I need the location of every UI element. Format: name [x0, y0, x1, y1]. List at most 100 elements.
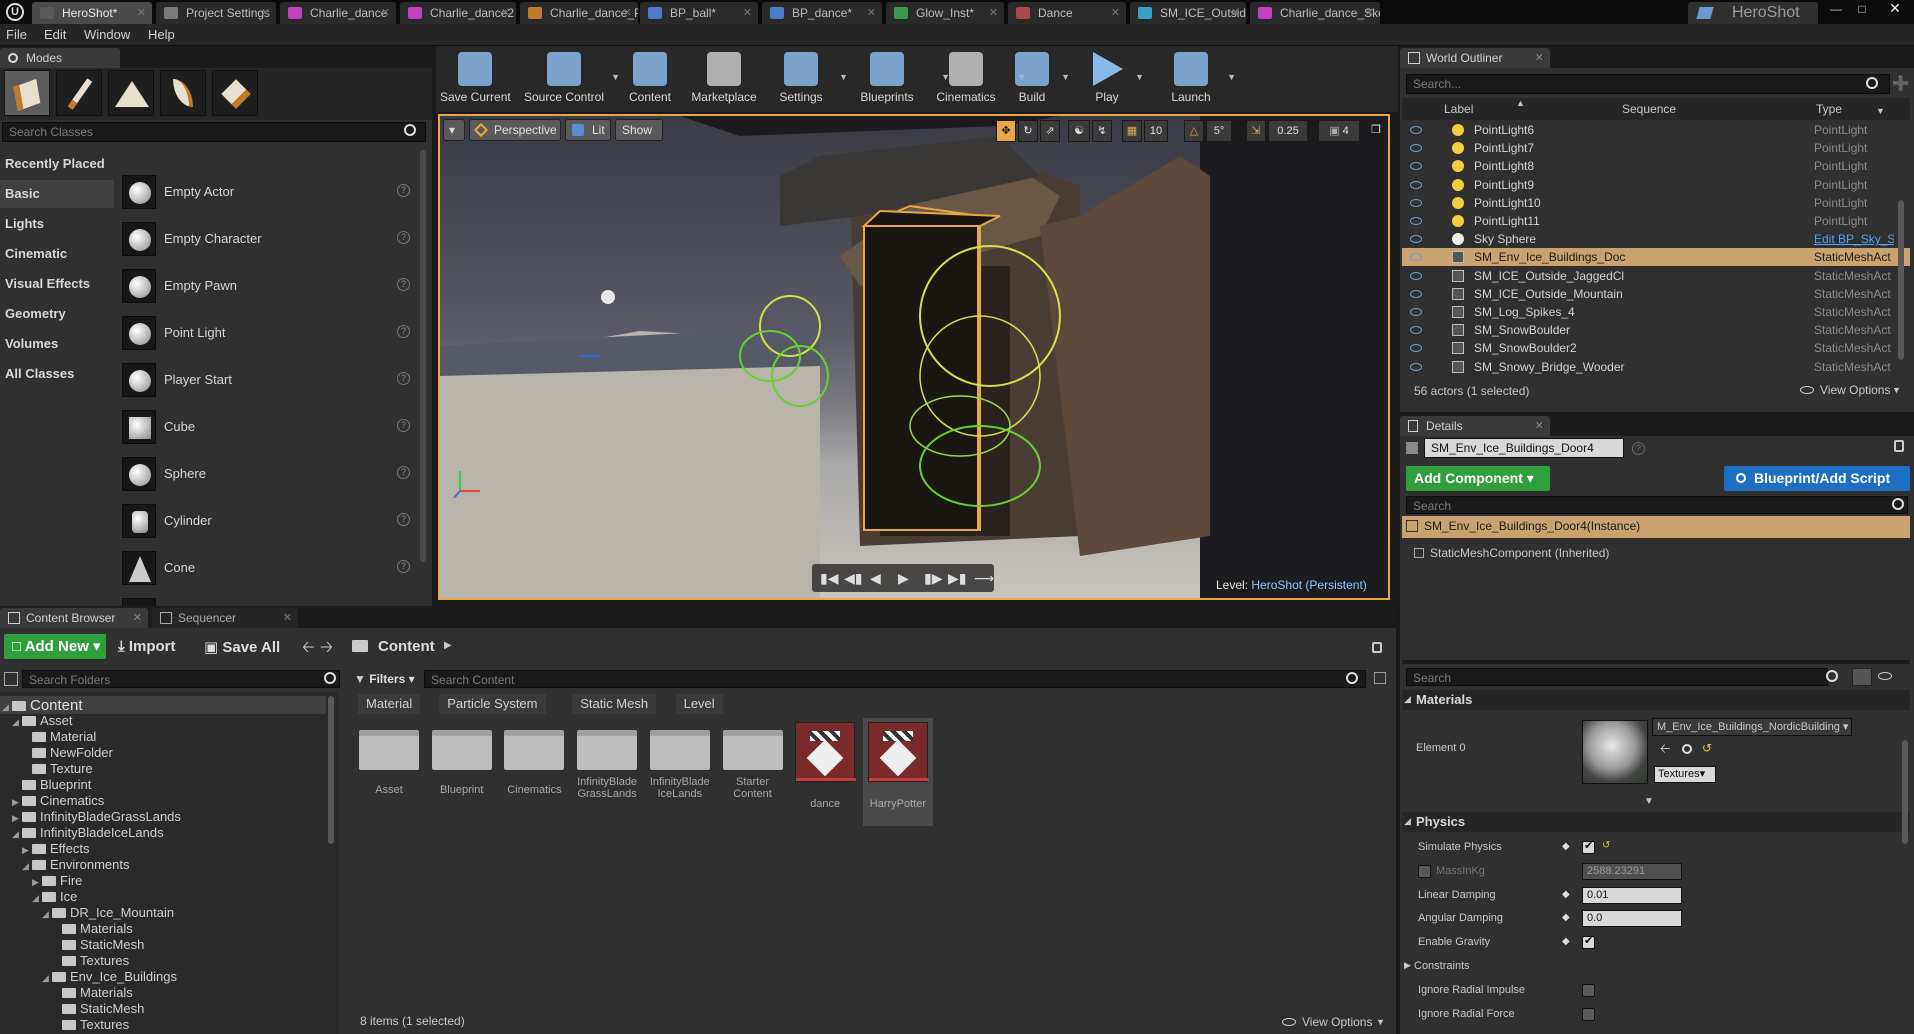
- outliner-row[interactable]: PointLight7 PointLight: [1402, 139, 1910, 157]
- path-chevron-icon[interactable]: ▶: [444, 640, 452, 651]
- asset-level-sequence[interactable]: dance: [790, 718, 860, 826]
- folder-tree-item[interactable]: ◢ Env_Ice_Buildings: [42, 969, 177, 984]
- add-icon[interactable]: ➕: [1892, 75, 1909, 92]
- save-current-button[interactable]: Save Current: [440, 48, 511, 108]
- foliage-mode-button[interactable]: [160, 70, 206, 116]
- help-icon[interactable]: ?: [397, 231, 410, 244]
- visibility-eye-icon[interactable]: [1410, 126, 1422, 134]
- add-new-button[interactable]: □ Add New ▾: [4, 634, 106, 659]
- place-item-point-light[interactable]: Point Light?: [118, 311, 418, 355]
- filter-chip[interactable]: Static Mesh: [572, 694, 657, 714]
- expand-arrow-icon[interactable]: ▶: [22, 845, 32, 856]
- search-folders-input[interactable]: Search Folders: [22, 670, 340, 688]
- close-tab-icon[interactable]: ✕: [261, 2, 270, 24]
- visibility-eye-icon[interactable]: [1410, 308, 1422, 316]
- browse-icon[interactable]: [1682, 744, 1692, 754]
- collapse-arrow-icon[interactable]: ◢: [42, 909, 52, 920]
- scale-snap-value[interactable]: 0.25: [1268, 120, 1308, 142]
- type-dropdown-icon[interactable]: ▼: [1876, 106, 1885, 116]
- grid-snap-value[interactable]: 10: [1144, 120, 1168, 142]
- asset-folder[interactable]: Starter Content: [722, 730, 784, 800]
- translate-tool-button[interactable]: ✥: [996, 120, 1016, 142]
- sources-toggle-icon[interactable]: [4, 672, 18, 686]
- maximize-button[interactable]: □: [1852, 2, 1872, 18]
- menu-help[interactable]: Help: [148, 27, 175, 42]
- doc-tab[interactable]: BP_ball* ✕: [640, 2, 758, 24]
- tab-world-outliner[interactable]: World Outliner ✕: [1400, 48, 1550, 68]
- close-tab-icon[interactable]: ✕: [283, 608, 292, 628]
- visibility-eye-icon[interactable]: [1410, 198, 1422, 207]
- close-tab-icon[interactable]: ✕: [1231, 2, 1240, 24]
- path-content[interactable]: Content: [378, 638, 435, 655]
- keyframe-icon[interactable]: ◆: [1562, 889, 1570, 900]
- close-tab-icon[interactable]: ✕: [137, 2, 146, 24]
- filter-chip[interactable]: Level: [675, 694, 723, 714]
- lock-icon[interactable]: [1372, 642, 1382, 653]
- folder-tree-item[interactable]: ◢ Ice: [32, 889, 77, 904]
- modes-scrollbar[interactable]: [420, 150, 426, 562]
- folder-tree-item[interactable]: ◢ DR_Ice_Mountain: [42, 905, 174, 920]
- physics-header[interactable]: Physics: [1402, 812, 1910, 832]
- details-search-input[interactable]: Search: [1406, 496, 1908, 514]
- play-button[interactable]: Play ▼: [1082, 48, 1144, 108]
- outliner-row-type[interactable]: Edit BP_Sky_S: [1814, 232, 1894, 246]
- doc-tab[interactable]: Dance ✕: [1008, 2, 1126, 24]
- source-control-button[interactable]: Source Control ▼: [520, 48, 620, 108]
- folder-tree-item[interactable]: ▶ InfinityBladeGrassLands: [12, 809, 181, 824]
- help-icon[interactable]: ?: [397, 278, 410, 291]
- eye-icon[interactable]: [1878, 672, 1892, 680]
- outliner-row[interactable]: PointLight11 PointLight: [1402, 212, 1910, 230]
- place-item-cylinder[interactable]: Cylinder?: [118, 499, 418, 543]
- minimize-button[interactable]: —: [1826, 2, 1846, 18]
- doc-tab[interactable]: BP_dance* ✕: [762, 2, 882, 24]
- geometry-mode-button[interactable]: [212, 70, 258, 116]
- settings-button[interactable]: Settings ▼: [766, 48, 848, 108]
- visibility-eye-icon[interactable]: [1410, 344, 1422, 353]
- keyframe-icon[interactable]: ◆: [1562, 936, 1570, 947]
- close-tab-icon[interactable]: ✕: [501, 2, 510, 24]
- help-icon[interactable]: ?: [397, 325, 410, 338]
- grid-view-icon[interactable]: [1852, 668, 1872, 686]
- checkbox[interactable]: [1582, 1007, 1595, 1021]
- to-end-icon[interactable]: ▶▮: [948, 570, 966, 586]
- lock-icon[interactable]: [1894, 440, 1904, 452]
- help-icon[interactable]: ?: [397, 372, 410, 385]
- collapse-arrow-icon[interactable]: ◢: [22, 861, 32, 872]
- outliner-row[interactable]: SM_Env_Ice_Buildings_Doc StaticMeshAct: [1402, 248, 1910, 267]
- visibility-eye-icon[interactable]: [1410, 235, 1422, 244]
- expand-arrow-icon[interactable]: ▶: [32, 877, 42, 888]
- dropdown-arrow-icon[interactable]: ▼: [1227, 72, 1236, 82]
- place-item-empty-pawn[interactable]: Empty Pawn?: [118, 264, 418, 308]
- doc-tab[interactable]: Charlie_dance_Phy✕: [520, 2, 638, 24]
- folder-tree-item[interactable]: Texture: [22, 761, 93, 776]
- col-label[interactable]: Label: [1444, 102, 1473, 116]
- content-button[interactable]: Content: [622, 48, 678, 108]
- help-icon[interactable]: ?: [397, 513, 410, 526]
- marketplace-button[interactable]: Marketplace: [684, 48, 764, 108]
- category-volumes[interactable]: Volumes: [0, 330, 114, 358]
- landscape-mode-button[interactable]: [108, 70, 154, 116]
- surface-snap-button[interactable]: ↯: [1092, 120, 1112, 142]
- asset-folder[interactable]: Cinematics: [503, 730, 565, 796]
- outliner-search-input[interactable]: Search...: [1406, 74, 1890, 94]
- folder-tree-item[interactable]: NewFolder: [22, 745, 113, 760]
- loop-icon[interactable]: ⟶: [974, 570, 994, 586]
- outliner-row[interactable]: PointLight10 PointLight: [1402, 194, 1910, 212]
- materials-header[interactable]: Materials: [1402, 690, 1910, 710]
- rotation-snap-value[interactable]: 5°: [1206, 120, 1232, 142]
- dropdown-arrow-icon[interactable]: ▼: [611, 72, 620, 82]
- asset-folder[interactable]: InfinityBlade GrassLands: [576, 730, 638, 800]
- add-component-button[interactable]: Add Component ▾: [1406, 466, 1550, 491]
- to-start-icon[interactable]: ▮◀: [820, 570, 838, 586]
- dropdown-arrow-icon[interactable]: ▼: [1135, 72, 1144, 82]
- help-icon[interactable]: ?: [1632, 442, 1645, 455]
- folder-tree-item[interactable]: Material: [22, 729, 96, 744]
- place-item-cone[interactable]: Cone?: [118, 546, 418, 590]
- component-label[interactable]: StaticMeshComponent (Inherited): [1430, 546, 1609, 560]
- place-item-sphere[interactable]: Sphere?: [118, 452, 418, 496]
- build-button[interactable]: Build ▼: [1006, 48, 1070, 108]
- category-lights[interactable]: Lights: [0, 210, 114, 238]
- outliner-row[interactable]: SM_SnowBoulder StaticMeshAct: [1402, 321, 1910, 339]
- place-mode-button[interactable]: [4, 70, 50, 116]
- close-button[interactable]: ✕: [1878, 0, 1912, 18]
